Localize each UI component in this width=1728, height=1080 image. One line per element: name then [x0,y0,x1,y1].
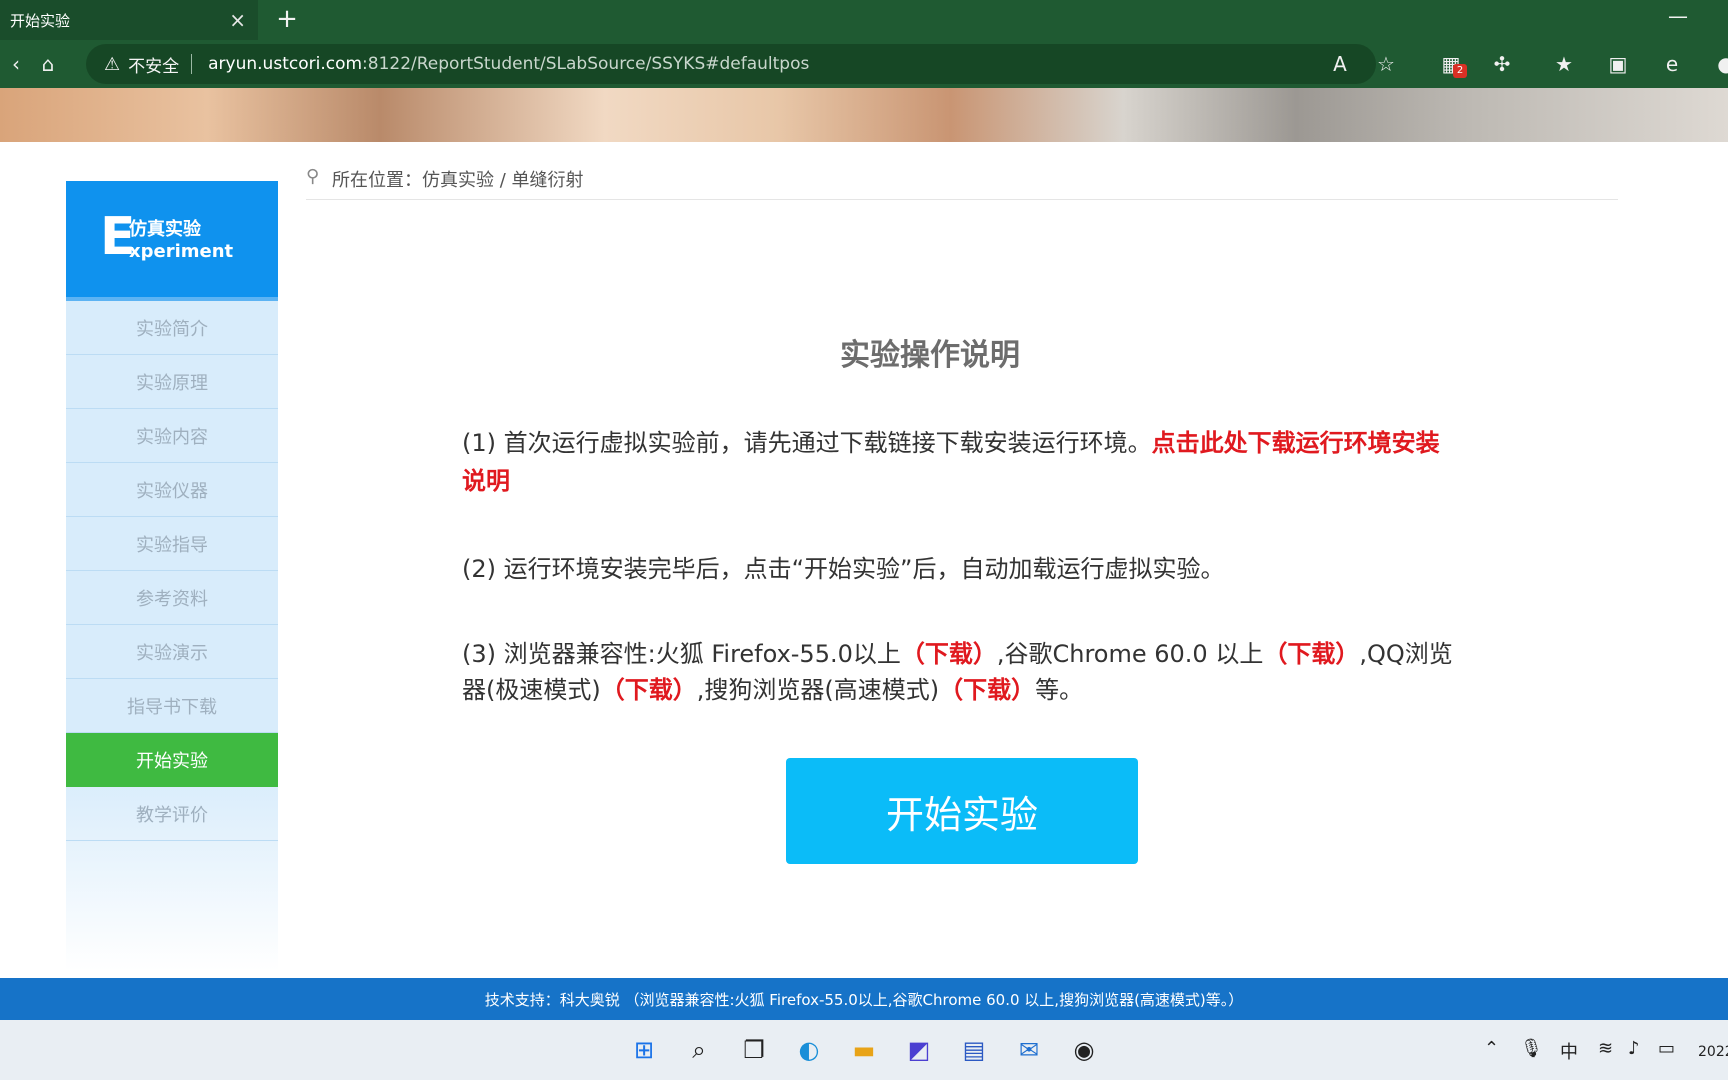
profile-icon[interactable]: ● [1710,48,1728,80]
sidebar-item-content[interactable]: 实验内容 [66,409,278,463]
sidebar-item-intro[interactable]: 实验简介 [66,301,278,355]
sidebar-logo: E 仿真实验 xperiment [66,181,278,301]
os-taskbar: ⊞ ⌕ ❐ ◐ ▬ ◩ ▤ ✉ ◉ ⌃ 🎙 中 ≋ ♪ ▭ 2022 [0,1020,1728,1080]
banner-image [0,88,1728,142]
location-pin-icon: ⚲ [306,166,320,187]
whiteboard-icon[interactable]: ◩ [901,1032,937,1068]
sidebar-item-instruments[interactable]: 实验仪器 [66,463,278,517]
read-aloud-icon[interactable]: A [1324,48,1356,80]
instruction-3-text-b: ,谷歌Chrome 60.0 以上 [996,640,1264,668]
sidebar-item-guide[interactable]: 实验指导 [66,517,278,571]
firefox-download-link[interactable]: （下载） [901,640,997,668]
mail-icon[interactable]: ✉ [1011,1032,1047,1068]
back-icon[interactable]: ‹ [0,48,32,80]
breadcrumb-text: 所在位置：仿真实验 / 单缝衍射 [332,170,584,191]
search-icon[interactable]: ⌕ [681,1032,717,1068]
instruction-2-text: (2) 运行环境安装完毕后，点击“开始实验”后，自动加载运行虚拟实验。 [462,555,1225,583]
volume-icon[interactable]: ♪ [1628,1038,1640,1059]
extension-icon[interactable]: ▦ 2 [1435,48,1467,80]
page-footer: 技术支持：科大奥锐 （浏览器兼容性:火狐 Firefox-55.0以上,谷歌Ch… [0,978,1728,1020]
instruction-1: (1) 首次运行虚拟实验前，请先通过下载链接下载安装运行环境。点击此处下载运行环… [462,424,1462,500]
add-favorite-icon[interactable]: ☆ [1370,48,1402,80]
logo-title-zh: 仿真实验 [129,219,201,240]
store-icon[interactable]: ▤ [956,1032,992,1068]
edge-icon[interactable]: ◐ [791,1032,827,1068]
input-language[interactable]: 中 [1560,1038,1578,1064]
tab-close-icon[interactable]: × [229,8,246,32]
instruction-3: (3) 浏览器兼容性:火狐 Firefox-55.0以上（下载）,谷歌Chrom… [462,636,1462,708]
file-explorer-icon[interactable]: ▬ [846,1032,882,1068]
favorites-icon[interactable]: ★ [1548,48,1580,80]
url-path: :8122/ReportStudent/SLabSource/SSYKS#def… [362,54,810,74]
sidebar-item-start-experiment[interactable]: 开始实验 [66,733,278,787]
minimize-button[interactable]: — [1668,4,1688,28]
instruction-3-text-d: ,搜狗浏览器(高速模式) [696,676,940,704]
breadcrumb: ⚲ 所在位置：仿真实验 / 单缝衍射 [306,166,1618,200]
wifi-icon[interactable]: ≋ [1598,1038,1613,1059]
browser-toolbar: ‹ ⌂ ⚠ 不安全 aryun.ustcori.com :8122/Report… [0,40,1728,88]
sidebar-item-demo[interactable]: 实验演示 [66,625,278,679]
ie-mode-icon[interactable]: e [1656,48,1688,80]
collections-icon[interactable]: ▣ [1602,48,1634,80]
chrome-download-link[interactable]: （下载） [1263,640,1359,668]
warning-icon: ⚠ [104,53,121,75]
browser-tab-bar: 开始实验 × + — [0,0,1728,40]
page-title: 实验操作说明 [840,338,1020,373]
footer-text: 技术支持：科大奥锐 （浏览器兼容性:火狐 Firefox-55.0以上,谷歌Ch… [484,990,1244,1009]
start-experiment-button[interactable]: 开始实验 [786,758,1138,864]
logo-title-en: xperiment [129,241,234,262]
new-tab-button[interactable]: + [272,4,302,34]
address-divider [191,54,193,74]
security-label[interactable]: 不安全 [128,52,179,77]
home-icon[interactable]: ⌂ [32,48,64,80]
windows-start-icon[interactable]: ⊞ [626,1032,662,1068]
instruction-3-text-a: (3) 浏览器兼容性:火狐 Firefox-55.0以上 [462,640,901,668]
battery-icon[interactable]: ▭ [1658,1038,1675,1059]
instruction-1-text: (1) 首次运行虚拟实验前，请先通过下载链接下载安装运行环境。 [462,429,1152,457]
puzzle-icon[interactable]: ✣ [1486,48,1518,80]
browser-tab[interactable]: 开始实验 × [0,0,258,40]
address-bar[interactable]: ⚠ 不安全 aryun.ustcori.com :8122/ReportStud… [86,44,1376,84]
extension-badge: 2 [1453,64,1467,78]
task-view-icon[interactable]: ❐ [736,1032,772,1068]
tray-date[interactable]: 2022 [1698,1044,1728,1060]
sidebar-item-manual-download[interactable]: 指导书下载 [66,679,278,733]
instruction-3-text-e: 等。 [1035,676,1084,704]
sidebar-item-references[interactable]: 参考资料 [66,571,278,625]
microphone-icon[interactable]: 🎙 [1520,1038,1543,1059]
recorder-icon[interactable]: ◉ [1066,1032,1102,1068]
url-host: aryun.ustcori.com [208,54,363,74]
tray-chevron-icon[interactable]: ⌃ [1484,1038,1499,1059]
instruction-2: (2) 运行环境安装完毕后，点击“开始实验”后，自动加载运行虚拟实验。 [462,550,1462,588]
qq-browser-download-link[interactable]: （下载） [601,676,697,704]
sidebar-item-principle[interactable]: 实验原理 [66,355,278,409]
sidebar: E 仿真实验 xperiment 实验简介 实验原理 实验内容 实验仪器 实验指… [66,181,278,971]
sidebar-item-evaluation[interactable]: 教学评价 [66,787,278,841]
tab-title: 开始实验 [10,11,71,30]
sogou-download-link[interactable]: （下载） [939,676,1035,704]
